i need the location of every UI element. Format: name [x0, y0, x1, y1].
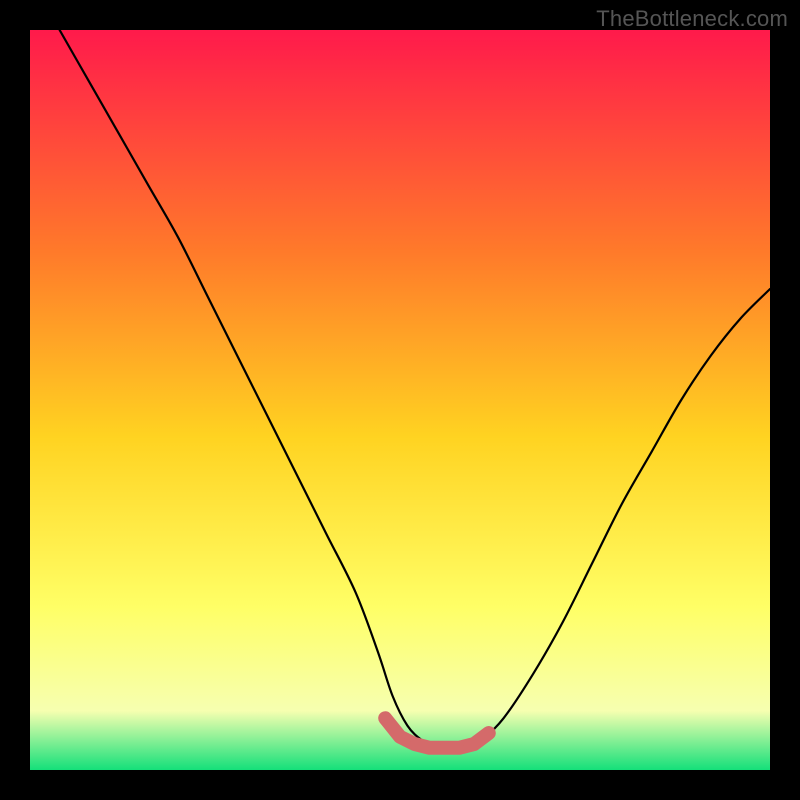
optimal-zone-point	[484, 728, 494, 738]
bottleneck-chart	[30, 30, 770, 770]
optimal-zone-point	[469, 739, 479, 749]
watermark-text: TheBottleneck.com	[596, 6, 788, 32]
optimal-zone-point	[439, 743, 449, 753]
optimal-zone-point	[425, 743, 435, 753]
optimal-zone-point	[395, 732, 405, 742]
optimal-zone-point	[410, 739, 420, 749]
optimal-zone-point	[380, 713, 390, 723]
chart-frame: TheBottleneck.com	[0, 0, 800, 800]
chart-background	[30, 30, 770, 770]
optimal-zone-point	[454, 743, 464, 753]
